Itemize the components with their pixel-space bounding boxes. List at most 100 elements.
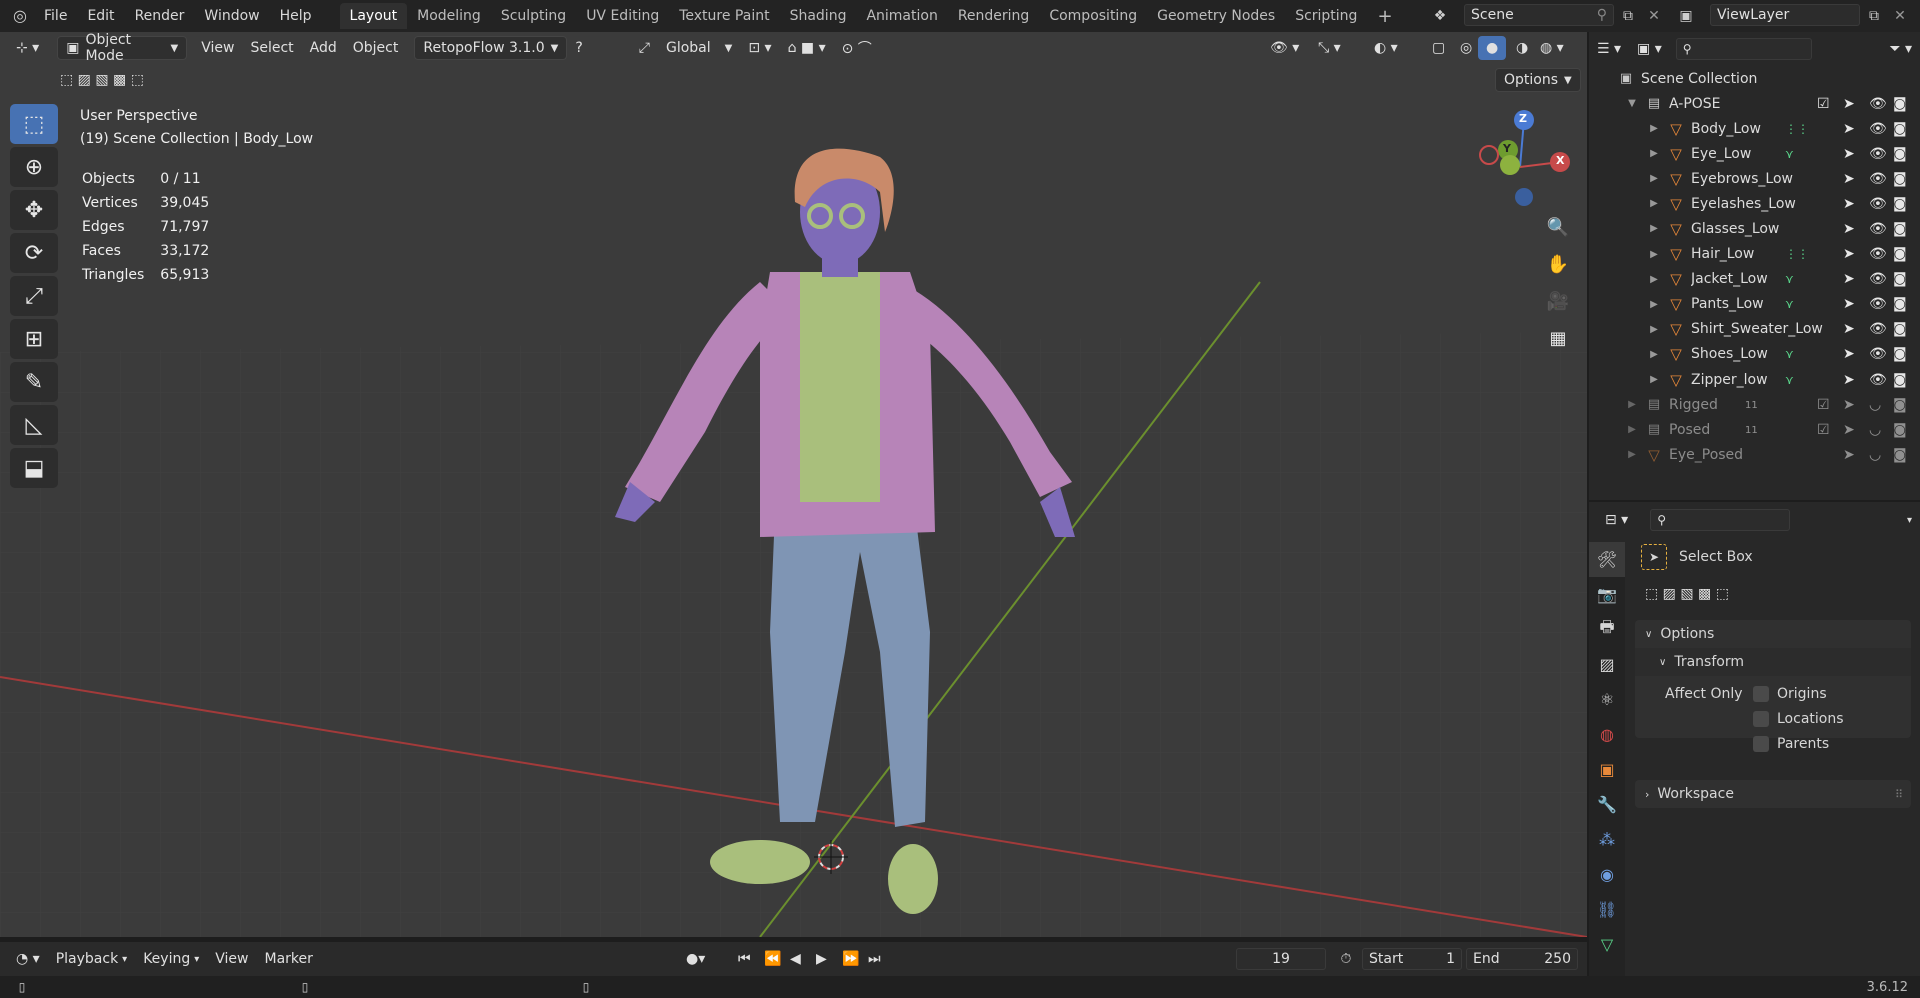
select-box-tool[interactable]: ⬚ — [10, 104, 58, 144]
eye-icon[interactable]: 👁 — [1869, 171, 1887, 187]
selectable-icon[interactable]: ➤ — [1843, 196, 1855, 212]
shading-rendered-icon[interactable]: ◍ ▾ — [1532, 36, 1572, 60]
camera-icon[interactable]: ◙ — [1893, 372, 1907, 388]
tab-animation[interactable]: Animation — [856, 3, 947, 29]
tab-geometry-nodes[interactable]: Geometry Nodes — [1147, 3, 1285, 29]
camera-icon[interactable]: ◙ — [1893, 422, 1907, 438]
add-cube-tool[interactable]: ⬓ — [10, 448, 58, 488]
new-view-layer-icon[interactable]: ⧉ — [1864, 6, 1884, 26]
expand-icon[interactable]: ▶ — [1647, 198, 1661, 209]
hidden-eye-icon[interactable]: ◡ — [1869, 447, 1881, 463]
modifier-icon[interactable]: ⋮⋮ — [1785, 247, 1809, 261]
eye-icon[interactable]: 👁 — [1869, 321, 1887, 337]
proportional-edit-icon[interactable]: ⊙ ⌒ — [834, 36, 880, 60]
properties-search[interactable]: ⚲ — [1650, 509, 1791, 531]
object-row[interactable]: ▶ ▽ Pants_Low ⋎ ➤ 👁 ◙ — [1589, 292, 1920, 317]
tab-rendering[interactable]: Rendering — [948, 3, 1040, 29]
3d-viewport[interactable]: Z Y X ⊹ ▾ ▣ Object Mode ▼ View Select Ad… — [0, 32, 1587, 937]
expand-icon[interactable]: ▶ — [1625, 399, 1639, 410]
menu-add[interactable]: Add — [302, 36, 345, 60]
camera-icon[interactable]: ◙ — [1893, 246, 1907, 262]
selectable-icon[interactable]: ➤ — [1843, 422, 1855, 438]
hidden-eye-icon[interactable]: ◡ — [1869, 397, 1881, 413]
drag-handle-icon[interactable]: ⠿ — [1895, 788, 1903, 801]
collection-row[interactable]: ▶ ▤ Rigged 11 ☑ ➤ ◡ ◙ — [1589, 392, 1920, 417]
camera-icon[interactable]: ◙ — [1893, 196, 1907, 212]
tab-constraints[interactable]: ⛓ — [1589, 892, 1625, 927]
expand-icon[interactable]: ▶ — [1647, 349, 1661, 360]
workspace-panel[interactable]: › Workspace ⠿ — [1635, 780, 1911, 808]
collection-row[interactable]: ▼ ▤ A-POSE ☑ ➤ 👁 ◙ — [1589, 91, 1920, 116]
record-button[interactable]: ●▾ — [678, 947, 713, 971]
blender-logo-icon[interactable]: ◎ — [10, 6, 30, 26]
retopoflow-menu[interactable]: RetopoFlow 3.1.0 ▼ — [414, 36, 568, 60]
camera-icon[interactable]: ◙ — [1893, 397, 1907, 413]
stopwatch-icon[interactable]: ⏱ — [1336, 949, 1356, 969]
orientation-icon[interactable]: ⤢ — [631, 36, 658, 60]
tab-world[interactable]: ◍ — [1589, 717, 1625, 752]
new-scene-icon[interactable]: ⧉ — [1618, 6, 1638, 26]
options-header[interactable]: ∨ Options — [1635, 620, 1911, 648]
selectable-icon[interactable]: ➤ — [1843, 346, 1855, 362]
eye-icon[interactable]: 👁 — [1869, 96, 1887, 112]
play-reverse-icon[interactable]: ◀ — [782, 947, 809, 971]
outliner-search[interactable]: ⚲ — [1675, 38, 1812, 60]
selectable-icon[interactable]: ➤ — [1843, 296, 1855, 312]
expand-icon[interactable]: ▶ — [1647, 123, 1661, 134]
rotate-tool[interactable]: ⟳ — [10, 233, 58, 273]
scale-tool[interactable]: ⤢ — [10, 276, 58, 316]
mode-dropdown[interactable]: ▣ Object Mode ▼ — [57, 32, 188, 64]
gizmo-toggle-icon[interactable]: ⤡ ▾ — [1310, 36, 1349, 60]
camera-icon[interactable]: ◙ — [1893, 346, 1907, 362]
transform-subpanel-header[interactable]: ∨ Transform — [1635, 648, 1911, 676]
include-checkbox-icon[interactable]: ☑ — [1817, 397, 1830, 413]
origins-checkbox[interactable]: Origins — [1753, 686, 1827, 702]
jump-start-icon[interactable]: ⏮ — [730, 947, 759, 971]
play-icon[interactable]: ▶ — [808, 947, 835, 971]
menu-render[interactable]: Render — [125, 8, 195, 24]
object-row[interactable]: ▶ ▽ Eye_Low ⋎ ➤ 👁 ◙ — [1589, 141, 1920, 166]
cursor-tool[interactable]: ⊕ — [10, 147, 58, 187]
object-row[interactable]: ▶ ▽ Hair_Low ⋮⋮ ➤ 👁 ◙ — [1589, 242, 1920, 267]
camera-icon[interactable]: ◙ — [1893, 296, 1907, 312]
orientation-dropdown[interactable]: Global ▼ — [658, 36, 740, 60]
tab-texture-paint[interactable]: Texture Paint — [669, 3, 779, 29]
jump-end-icon[interactable]: ⏭ — [860, 947, 889, 971]
menu-help[interactable]: Help — [270, 8, 322, 24]
eye-icon[interactable]: 👁 — [1869, 221, 1887, 237]
tab-data[interactable]: ▽ — [1589, 927, 1625, 962]
zoom-view-button[interactable]: 🔍 — [1541, 210, 1575, 244]
expand-icon[interactable]: ▶ — [1625, 424, 1639, 435]
selectable-icon[interactable]: ➤ — [1843, 447, 1855, 463]
selectable-icon[interactable]: ➤ — [1843, 271, 1855, 287]
display-mode-icon[interactable]: ▣ ▾ — [1629, 37, 1670, 61]
checkbox-box[interactable] — [1753, 686, 1769, 702]
object-row[interactable]: ▶ ▽ Eyebrows_Low ➤ 👁 ◙ — [1589, 166, 1920, 191]
current-frame-field[interactable]: 19 — [1236, 948, 1326, 970]
overlay-toggle-icon[interactable]: ◐ ▾ — [1366, 36, 1406, 60]
delete-scene-icon[interactable]: ✕ — [1644, 6, 1664, 26]
selectable-icon[interactable]: ➤ — [1843, 246, 1855, 262]
start-frame-field[interactable]: Start 1 — [1362, 948, 1462, 970]
options-dropdown[interactable]: Options ▼ — [1495, 68, 1581, 92]
selectable-icon[interactable]: ➤ — [1843, 321, 1855, 337]
tab-view-layer[interactable]: ▨ — [1589, 647, 1625, 682]
camera-icon[interactable]: ◙ — [1893, 171, 1907, 187]
modifier-icon[interactable]: ⋎ — [1785, 147, 1794, 161]
selectable-icon[interactable]: ➤ — [1843, 121, 1855, 137]
move-tool[interactable]: ✥ — [10, 190, 58, 230]
pivot-icon[interactable]: ⊡ ▾ — [740, 36, 779, 60]
camera-icon[interactable]: ◙ — [1893, 221, 1907, 237]
modifier-icon[interactable]: ⋎ — [1785, 297, 1794, 311]
scene-field[interactable]: Scene ⚲ — [1464, 4, 1614, 26]
visibility-icon[interactable]: 👁 ▾ — [1262, 36, 1307, 60]
expand-icon[interactable]: ▶ — [1647, 299, 1661, 310]
filter-icon[interactable]: ⏷ ▾ — [1881, 37, 1920, 61]
expand-icon[interactable]: ▶ — [1647, 148, 1661, 159]
camera-icon[interactable]: ◙ — [1893, 96, 1907, 112]
menu-select[interactable]: Select — [242, 36, 301, 60]
view-layer-icon[interactable]: ▣ — [1676, 6, 1696, 26]
tab-physics[interactable]: ◉ — [1589, 857, 1625, 892]
add-workspace-button[interactable]: + — [1367, 1, 1402, 32]
tab-particles[interactable]: ⁂ — [1589, 822, 1625, 857]
